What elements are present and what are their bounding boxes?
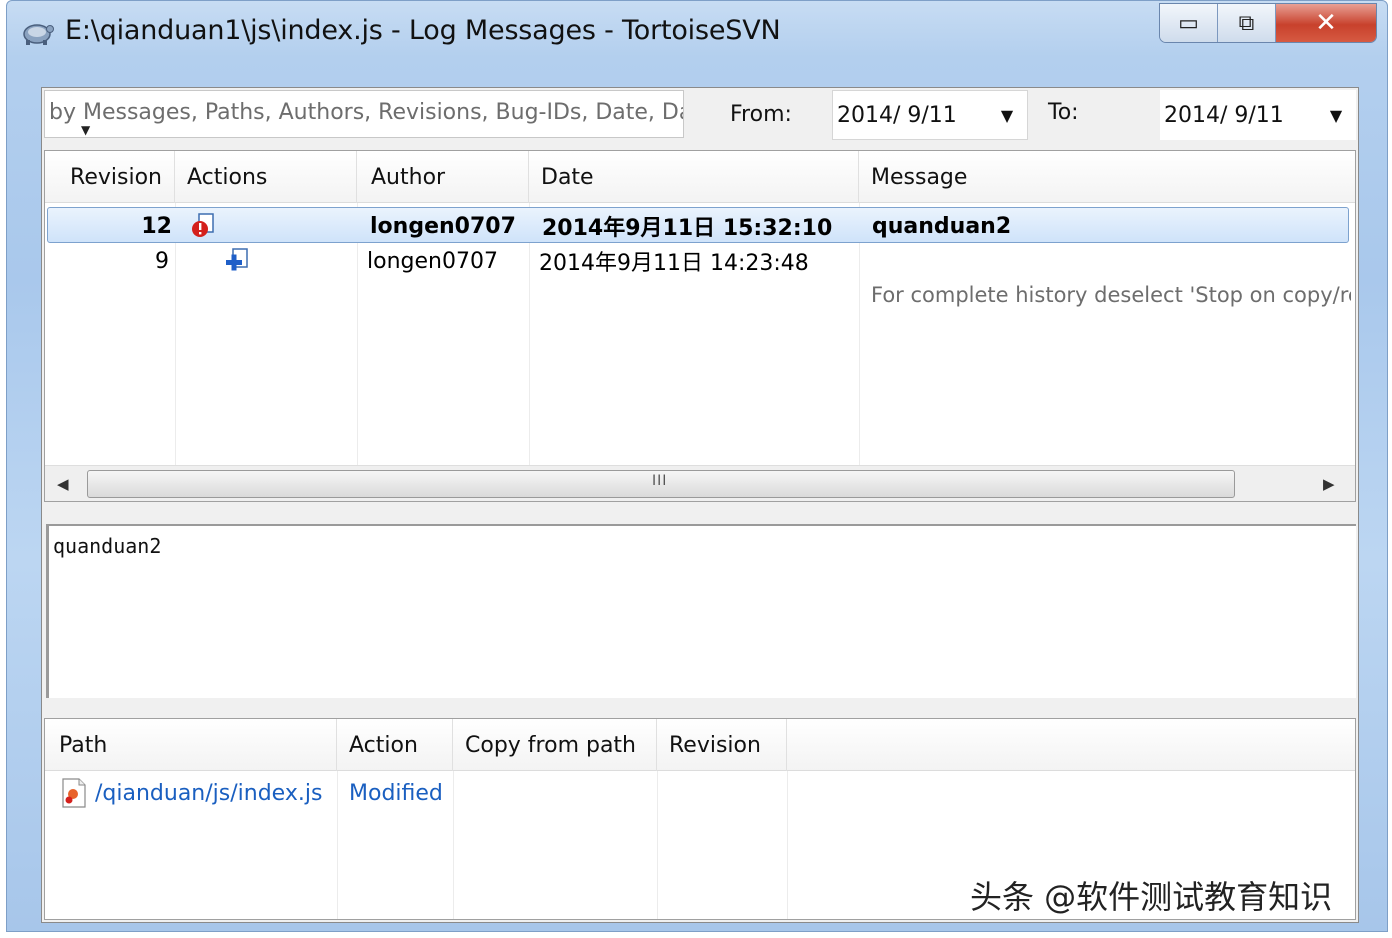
message-pane[interactable]: quanduan2 (46, 524, 1356, 698)
revision-number: 12 (141, 213, 172, 239)
title-bar[interactable]: E:\qianduan1\js\index.js - Log Messages … (7, 1, 1387, 65)
revision-date: 2014年9月11日 15:32:10 (542, 216, 833, 241)
revision-author: longen0707 (367, 248, 498, 274)
modified-doc-icon (190, 208, 230, 244)
horizontal-scrollbar[interactable]: ◀ III ▶ (45, 465, 1355, 501)
scroll-left-icon[interactable]: ◀ (57, 475, 69, 493)
revision-row[interactable]: 12 longen0707 2014年9月11日 15:32:10 quandu… (47, 207, 1349, 243)
scroll-thumb[interactable]: III (87, 470, 1235, 498)
revision-number: 9 (155, 248, 169, 274)
filter-search-input[interactable]: by Messages, Paths, Authors, Revisions, … (44, 90, 684, 138)
log-message-text: quanduan2 (53, 534, 162, 558)
minimize-button[interactable]: ▭ (1160, 4, 1218, 42)
revision-date: 2014年9月11日 14:23:48 (539, 251, 809, 276)
revision-row[interactable]: 9 longen0707 2014年9月11日 14:23:48 (45, 243, 1355, 279)
filter-row: by Messages, Paths, Authors, Revisions, … (42, 88, 1358, 150)
scroll-right-icon[interactable]: ▶ (1323, 475, 1335, 493)
dialog-content: by Messages, Paths, Authors, Revisions, … (41, 87, 1359, 923)
paths-list-header: Path Action Copy from path Revision (45, 719, 1355, 771)
js-file-icon (61, 775, 93, 811)
column-header-author[interactable]: Author (357, 151, 529, 203)
watermark: 头条 @软件测试教育知识 (970, 878, 1333, 916)
column-header-message[interactable]: Message (859, 151, 1355, 203)
revision-list[interactable]: Revision Actions Author Date Message 12 (44, 150, 1356, 502)
tortoise-icon (23, 24, 54, 45)
from-date-value: 2014/ 9/11 (837, 102, 957, 128)
maximize-button[interactable]: ⧉ (1218, 4, 1276, 42)
path-action: Modified (349, 780, 443, 806)
to-date-value: 2014/ 9/11 (1164, 102, 1284, 128)
column-header-actions[interactable]: Actions (175, 151, 357, 203)
window-controls: ▭ ⧉ ✕ (1159, 3, 1377, 43)
filter-dropdown-icon[interactable]: ▼ (81, 123, 90, 137)
from-label: From: (730, 102, 792, 127)
chevron-down-icon[interactable]: ▼ (987, 106, 1027, 125)
column-header-path[interactable]: Path (45, 719, 337, 771)
path-copy-from (465, 775, 655, 811)
to-label: To: (1048, 100, 1079, 125)
added-doc-icon (223, 243, 263, 279)
changed-path: /qianduan/js/index.js (95, 780, 323, 806)
path-row[interactable]: /qianduan/js/index.js Modified (45, 775, 1355, 811)
column-header-action[interactable]: Action (337, 719, 453, 771)
to-date-picker[interactable]: 2014/ 9/11 ▼ (1160, 90, 1356, 140)
chevron-down-icon[interactable]: ▼ (1316, 106, 1356, 125)
log-window: E:\qianduan1\js\index.js - Log Messages … (6, 0, 1388, 932)
column-header-date[interactable]: Date (529, 151, 859, 203)
column-header-revision[interactable]: Revision (657, 719, 787, 771)
close-button[interactable]: ✕ (1276, 4, 1376, 42)
filter-placeholder: by Messages, Paths, Authors, Revisions, … (49, 100, 684, 125)
revision-message: quanduan2 (872, 213, 1012, 239)
scroll-grip: III (652, 473, 668, 489)
window-title: E:\qianduan1\js\index.js - Log Messages … (65, 15, 781, 46)
column-header-copy-from-path[interactable]: Copy from path (453, 719, 657, 771)
from-date-picker[interactable]: 2014/ 9/11 ▼ (832, 90, 1028, 140)
stop-on-copy-note: For complete history deselect 'Stop on c… (871, 283, 1351, 307)
column-header-revision[interactable]: Revision (45, 151, 175, 203)
revision-message (869, 243, 1339, 279)
revision-author: longen0707 (370, 213, 516, 239)
path-revision (669, 775, 785, 811)
revision-list-header: Revision Actions Author Date Message (45, 151, 1355, 203)
